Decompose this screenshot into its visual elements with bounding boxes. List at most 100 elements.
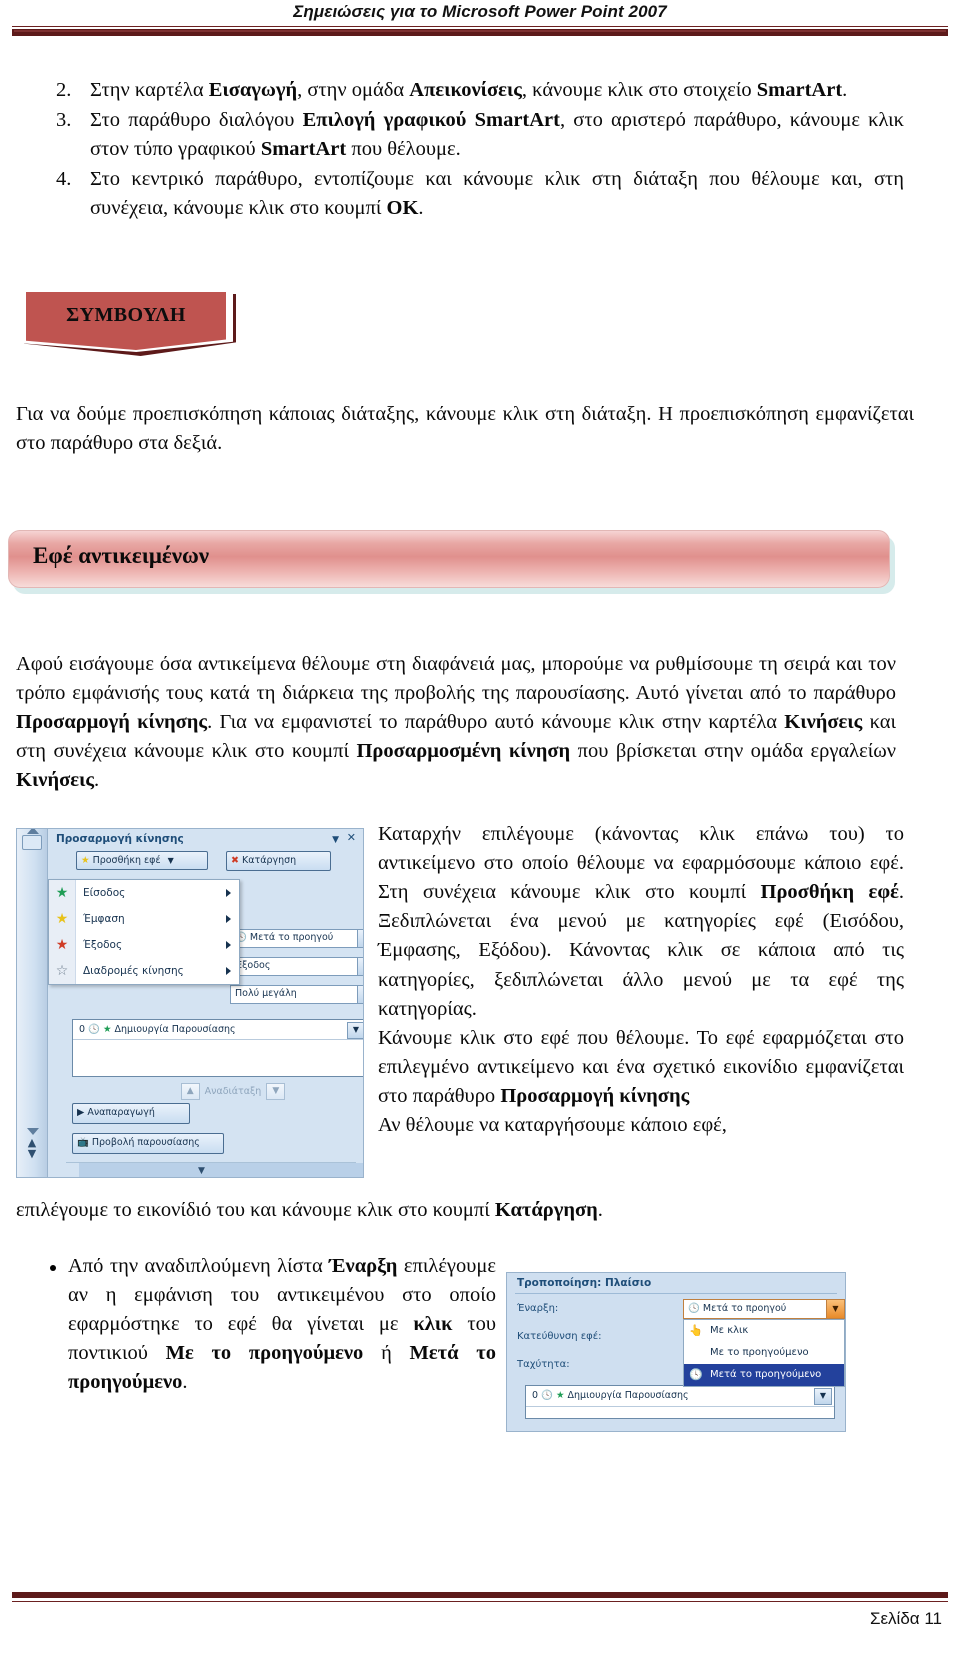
dropdown-item-with-previous[interactable]: Με το προηγούμενο	[684, 1342, 844, 1364]
list-item: 2. Στην καρτέλα Εισαγωγή, στην ομάδα Απε…	[56, 76, 904, 105]
menu-item-label: Έμφαση	[83, 913, 125, 925]
start-label: Έναρξη:	[517, 1303, 559, 1314]
effects-list-row[interactable]: 0 🕓 ★ Δημιουργία Παρουσίασης ▼	[73, 1020, 363, 1040]
dropdown-item-label: Μετά το προηγούμενο	[710, 1369, 822, 1380]
remove-effect-button[interactable]: ✖ Κατάργηση	[226, 851, 331, 871]
pane-bottom-strip	[79, 1163, 363, 1177]
pane-menu-caret-icon[interactable]: ▼	[332, 835, 339, 845]
green-star-icon: ★	[55, 885, 69, 901]
slideshow-button[interactable]: 📺 Προβολή παρουσίασης	[72, 1133, 224, 1154]
start-field[interactable]: 🕓 Μετά το προηγού ▼	[230, 929, 363, 948]
chevron-down-icon[interactable]: ▼	[347, 1022, 363, 1039]
pane-expand-caret-icon[interactable]: ▼	[198, 1166, 205, 1176]
menu-item-exit[interactable]: ★ Έξοδος	[49, 932, 239, 958]
page-header: Σημειώσεις για το Microsoft Power Point …	[0, 0, 960, 40]
chevron-down-icon[interactable]: ▼	[357, 986, 363, 1003]
chevron-down-icon[interactable]: ▼	[357, 930, 363, 947]
header-rule-thin	[12, 26, 948, 27]
reorder-control[interactable]: ▲ Αναδιάταξη ▼	[158, 1083, 308, 1100]
effects-list-row[interactable]: 0 🕓 ★ Δημιουργία Παρουσίασης ▼	[526, 1386, 834, 1407]
menu-item-label: Είσοδος	[83, 887, 126, 899]
submenu-arrow-icon	[226, 889, 231, 897]
chevron-down-icon: ▼	[167, 856, 174, 865]
submenu-arrow-icon	[226, 967, 231, 975]
effects-list[interactable]: 0 🕓 ★ Δημιουργία Παρουσίασης ▼	[72, 1019, 363, 1077]
scroll-down-arrow-icon[interactable]	[27, 1128, 39, 1135]
tip-banner: ΣΥΜΒΟΥΛΗ	[18, 288, 248, 364]
direction-label: Κατεύθυνση εφέ:	[517, 1331, 602, 1342]
flow-area: ▲ ▼ Προσαρμογή κίνησης ▼ ✕ ★ Προσθήκη εφέ…	[16, 820, 904, 1180]
dropdown-item-after-previous[interactable]: 🕓 Μετά το προηγούμενο	[684, 1364, 844, 1386]
dropdown-item-label: Με κλικ	[710, 1325, 749, 1336]
red-star-icon: ✖	[231, 855, 239, 866]
screenshot-modify-box-dialog: Τροποποίηση: Πλαίσιο Έναρξη: Κατεύθυνση …	[506, 1272, 846, 1432]
list-item-number: 4.	[56, 168, 72, 191]
dropdown-item-on-click[interactable]: 👆 Με κλικ	[684, 1320, 844, 1342]
list-item-text: Στο παράθυρο διαλόγου Επιλογή γραφικού S…	[90, 109, 904, 161]
effect-label: Δημιουργία Παρουσίασης	[567, 1390, 689, 1401]
numbered-instruction-list: 2. Στην καρτέλα Εισαγωγή, στην ομάδα Απε…	[56, 76, 904, 225]
effect-index: 0	[532, 1390, 539, 1401]
move-up-icon[interactable]: ▲	[180, 1083, 200, 1100]
section-heading-bar: Εφέ αντικειμένων	[8, 530, 890, 588]
yellow-star-icon: ★	[81, 855, 90, 866]
double-arrow-icon[interactable]: ▲ ▼	[25, 1137, 39, 1161]
chevron-down-icon[interactable]: ▼	[814, 1388, 832, 1405]
effects-list[interactable]: 0 🕓 ★ Δημιουργία Παρουσίασης ▼	[525, 1385, 835, 1419]
direction-field[interactable]: Έξοδος ▼	[230, 957, 363, 976]
menu-item-entrance[interactable]: ★ Είσοδος	[49, 880, 239, 906]
pane-title: Προσαρμογή κίνησης	[56, 833, 184, 845]
add-effect-menu: ★ Είσοδος ★ Έμφαση ★ Έξοδος ☆ Διαδρομές …	[48, 879, 240, 985]
bullet-dot-icon	[50, 1265, 56, 1271]
speed-field[interactable]: Πολύ μεγάλη ▼	[230, 985, 363, 1004]
dialog-title: Τροποποίηση: Πλαίσιο	[517, 1277, 652, 1289]
footer-rule-thick	[12, 1592, 948, 1598]
clock-icon: 🕓	[689, 1368, 703, 1381]
footer-rule-thin	[12, 1601, 948, 1602]
list-item-number: 3.	[56, 109, 72, 132]
projector-icon: 📺	[77, 1137, 89, 1148]
pane-scroll-column[interactable]: ▲ ▼	[17, 829, 48, 1177]
effect-index: 0	[79, 1024, 86, 1035]
after-float-paragraph: επιλέγουμε το εικονίδιό του και κάνουμε …	[16, 1199, 603, 1221]
tip-text: Για να δούμε προεπισκόπηση κάποιας διάτα…	[16, 403, 914, 455]
scroll-thumb[interactable]	[22, 835, 42, 850]
submenu-arrow-icon	[226, 941, 231, 949]
play-button[interactable]: ▶ Αναπαραγωγή	[72, 1103, 190, 1124]
tip-banner-label: ΣΥΜΒΟΥΛΗ	[66, 304, 186, 326]
scroll-up-arrow-icon[interactable]	[27, 829, 39, 834]
menu-item-motion-paths[interactable]: ☆ Διαδρομές κίνησης	[49, 958, 239, 984]
bullet-text: Από την αναδιπλούμενη λίστα Έναρξη επιλέ…	[68, 1255, 496, 1394]
mouse-click-icon: 👆	[689, 1324, 703, 1337]
slideshow-label: Προβολή παρουσίασης	[91, 1137, 200, 1148]
list-item: 3. Στο παράθυρο διαλόγου Επιλογή γραφικο…	[56, 106, 904, 164]
powerpoint-task-pane: ▲ ▼ Προσαρμογή κίνησης ▼ ✕ ★ Προσθήκη εφέ…	[16, 828, 364, 1178]
play-icon: ▶	[77, 1107, 85, 1118]
pane-close-icon[interactable]: ✕	[347, 832, 356, 843]
screenshot-custom-animation-pane: ▲ ▼ Προσαρμογή κίνησης ▼ ✕ ★ Προσθήκη εφέ…	[16, 828, 364, 1178]
menu-item-emphasis[interactable]: ★ Έμφαση	[49, 906, 239, 932]
start-combobox-value: Μετά το προηγού	[702, 1303, 787, 1314]
move-down-icon[interactable]: ▼	[266, 1083, 286, 1100]
page-number: Σελίδα 11	[869, 1609, 942, 1628]
add-effect-button[interactable]: ★ Προσθήκη εφέ ▼	[76, 851, 208, 870]
add-effect-label: Προσθήκη εφέ	[92, 855, 161, 866]
bullet-row: Από την αναδιπλούμενη λίστα Έναρξη επιλέ…	[16, 1252, 904, 1432]
reorder-label: Αναδιάταξη	[204, 1086, 262, 1097]
clock-icon: 🕓	[688, 1303, 700, 1314]
chevron-down-icon[interactable]: ▼	[826, 1300, 844, 1318]
yellow-star-icon: ★	[55, 911, 69, 927]
start-field-value: Μετά το προηγού	[249, 932, 334, 943]
start-combobox[interactable]: 🕓 Μετά το προηγού ▼	[683, 1299, 845, 1319]
speed-label: Ταχύτητα:	[517, 1359, 570, 1370]
dropdown-item-label: Με το προηγούμενο	[710, 1347, 809, 1358]
header-title: Σημειώσεις για το Microsoft Power Point …	[293, 2, 667, 21]
list-item-text: Στο κεντρικό παράθυρο, εντοπίζουμε και κ…	[90, 168, 904, 220]
submenu-arrow-icon	[226, 915, 231, 923]
list-item: 4. Στο κεντρικό παράθυρο, εντοπίζουμε κα…	[56, 165, 904, 223]
effect-label: Δημιουργία Παρουσίασης	[114, 1024, 236, 1035]
play-label: Αναπαραγωγή	[87, 1107, 155, 1118]
list-item-text: Στην καρτέλα Εισαγωγή, στην ομάδα Απεικο…	[90, 79, 848, 101]
green-star-icon: ★	[555, 1390, 565, 1401]
chevron-down-icon[interactable]: ▼	[357, 958, 363, 975]
